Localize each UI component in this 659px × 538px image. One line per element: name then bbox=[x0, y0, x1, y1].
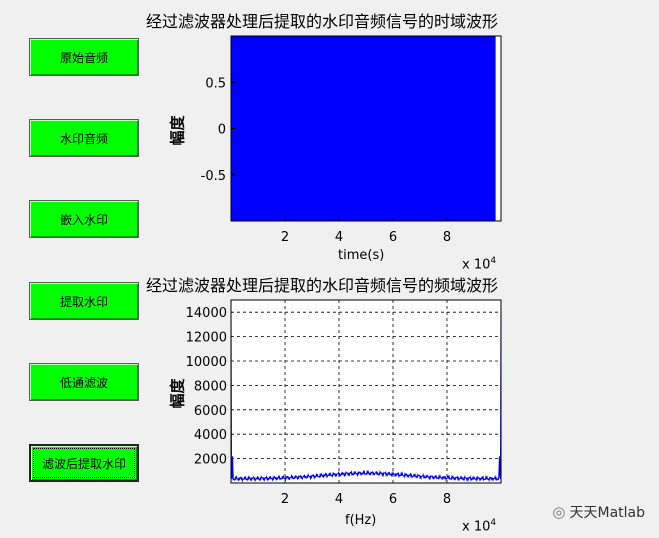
frequency-domain-xlabel: f(Hz) bbox=[345, 513, 377, 528]
time-domain-ytick-label: 0 bbox=[218, 123, 226, 138]
frequency-domain-ytick-label: 2000 bbox=[194, 453, 227, 468]
time-domain-xtick-label: 4 bbox=[335, 230, 343, 245]
time-domain-ytick-label: 0.5 bbox=[205, 76, 226, 91]
time-domain-xlabel: time(s) bbox=[338, 248, 385, 263]
frequency-domain-x-exponent: x 104 bbox=[462, 518, 496, 534]
frequency-domain-ylabel: 幅度 bbox=[168, 378, 187, 409]
time-domain-xtick-label: 6 bbox=[389, 230, 397, 245]
time-domain-xtick-label: 8 bbox=[443, 230, 451, 245]
frequency-domain-xtick-label: 6 bbox=[389, 492, 397, 507]
frequency-domain-ytick-label: 12000 bbox=[186, 331, 227, 346]
time-domain-x-exponent: x 104 bbox=[462, 256, 496, 272]
time-domain-ytick-label: -0.5 bbox=[201, 169, 226, 184]
time-domain-xtick-label: 2 bbox=[281, 230, 289, 245]
frequency-domain-plot-area bbox=[231, 300, 501, 483]
frequency-domain-x-exponent-power: 4 bbox=[490, 518, 497, 528]
frequency-domain-x-exponent-base: x 10 bbox=[462, 519, 491, 535]
time-domain-chart: 2 4 6 8 0.5 0 -0.5 2 4 6 8 14000 12000 10000 8000 6000… bbox=[186, 35, 502, 507]
frequency-domain-xtick-label: 2 bbox=[281, 492, 289, 507]
time-domain-x-exponent-base: x 10 bbox=[462, 257, 491, 273]
frequency-domain-title: 经过滤波器处理后提取的水印音频信号的频域波形 bbox=[146, 276, 499, 295]
watermark-label: 天天Matlab bbox=[569, 505, 645, 521]
time-domain-x-exponent-power: 4 bbox=[490, 256, 497, 266]
wechat-icon: ◎ bbox=[552, 503, 566, 521]
frequency-domain-xtick-label: 8 bbox=[443, 492, 451, 507]
frequency-domain-ytick-label: 10000 bbox=[186, 355, 227, 370]
frequency-domain-ytick-label: 14000 bbox=[186, 306, 227, 321]
watermark: ◎ 天天Matlab bbox=[552, 502, 645, 522]
frequency-domain-ytick-label: 6000 bbox=[194, 404, 227, 419]
frequency-domain-xtick-label: 4 bbox=[335, 492, 343, 507]
frequency-domain-ytick-label: 8000 bbox=[194, 379, 227, 394]
frequency-domain-ytick-label: 4000 bbox=[194, 428, 227, 443]
time-domain-waveform bbox=[231, 36, 496, 221]
